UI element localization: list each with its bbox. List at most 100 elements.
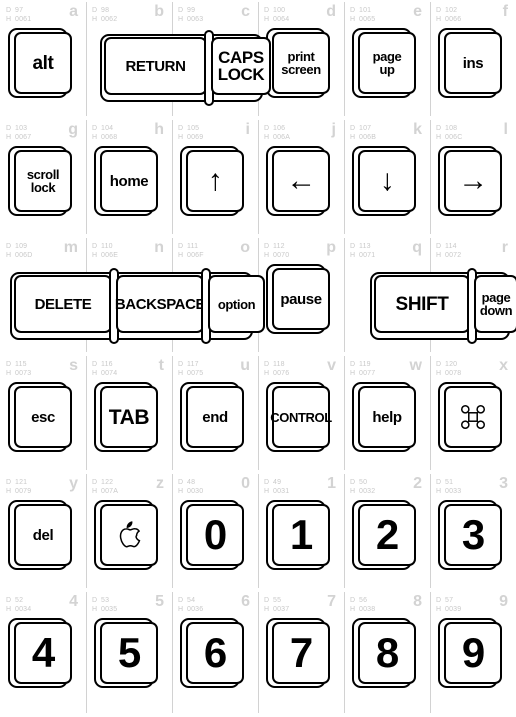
- key-shell: TAB: [94, 382, 158, 452]
- key-graphic-4: 4: [0, 612, 86, 708]
- char-codes: D 109 H 006D: [6, 242, 33, 260]
- key-label: help: [372, 408, 402, 426]
- dec-code-label: D 102: [436, 7, 458, 14]
- char-cell-115: D 115 H 0073 s esc: [0, 354, 86, 472]
- key-face: 4: [14, 622, 72, 684]
- source-character: v: [327, 357, 336, 374]
- dec-code-label: D 50: [350, 479, 368, 486]
- source-character: z: [156, 475, 164, 492]
- source-character: q: [412, 239, 422, 256]
- source-character: p: [326, 239, 336, 256]
- source-character: r: [501, 239, 508, 256]
- dec-code-label: D 107: [350, 125, 372, 132]
- char-cell-106: D 106 H 006A j ←: [258, 118, 344, 236]
- key-face: esc: [14, 386, 72, 448]
- hex-code-label: H 0071: [350, 252, 376, 259]
- source-character: t: [158, 357, 164, 374]
- key-graphic-page-up: page up: [344, 22, 430, 118]
- char-cell-51: D 51 H 0033 3 3: [430, 472, 516, 590]
- key-label: alt: [32, 52, 54, 74]
- key-shell: print screen: [266, 28, 330, 98]
- key-shell: 8: [352, 618, 416, 688]
- key-shell: [94, 500, 158, 570]
- key-face: ↓: [358, 150, 416, 212]
- key-face: 3: [444, 504, 502, 566]
- dec-code-label: D 101: [350, 7, 372, 14]
- key-face: ↑: [186, 150, 244, 212]
- key-shell: alt: [8, 28, 72, 98]
- key-label: ins: [462, 54, 484, 72]
- key-graphic-arrow-up: ↑: [172, 140, 258, 236]
- dec-code-label: D 48: [178, 479, 196, 486]
- key-graphic-print-screen: print screen: [258, 22, 344, 118]
- key-face: [444, 386, 502, 448]
- dec-code-label: D 54: [178, 597, 196, 604]
- source-character: u: [240, 357, 250, 374]
- hex-code-label: H 006D: [6, 252, 33, 259]
- source-character: k: [413, 121, 422, 138]
- char-cell-107: D 107 H 006B k ↓: [344, 118, 430, 236]
- key-graphic-arrow-left: ←: [258, 140, 344, 236]
- key-shell: esc: [8, 382, 72, 452]
- char-codes: D 111 H 006F: [178, 242, 204, 260]
- key-label: CONTROL: [270, 409, 332, 425]
- char-cell-98: D 98 H 0062 b: [86, 0, 172, 118]
- dec-code-label: D 117: [178, 361, 199, 368]
- source-character: 7: [327, 593, 336, 610]
- char-cell-114: D 114 H 0072 r: [430, 236, 516, 354]
- source-character: 0: [241, 475, 250, 492]
- key-shell: del: [8, 500, 72, 570]
- key-graphic-8: 8: [344, 612, 430, 708]
- char-cell-112: D 112 H 0070 p pause: [258, 236, 344, 354]
- hex-code-label: H 006F: [178, 252, 204, 259]
- char-cell-122: D 122 H 007A z: [86, 472, 172, 590]
- key-graphic-help: help: [344, 376, 430, 472]
- char-cell-120: D 120 H 0078 x: [430, 354, 516, 472]
- key-face: del: [14, 504, 72, 566]
- char-cell-100: D 100 H 0064 d print screen: [258, 0, 344, 118]
- source-character: y: [69, 475, 78, 492]
- char-cell-101: D 101 H 0065 e page up: [344, 0, 430, 118]
- key-shell: 2: [352, 500, 416, 570]
- key-face: print screen: [272, 32, 330, 94]
- char-cell-118: D 118 H 0076 v CONTROL: [258, 354, 344, 472]
- key-graphic-arrow-right: →: [430, 140, 516, 236]
- source-character: m: [63, 239, 78, 256]
- character-map-grid: D 97 H 0061 a alt D 98 H 0062 b D 99 H 0063 c D 100 H 0064 d…: [0, 0, 516, 717]
- char-codes: D 98 H 0062: [92, 6, 117, 24]
- key-face: 5: [100, 622, 158, 684]
- key-shell: end: [180, 382, 244, 452]
- key-shell: pause: [266, 264, 330, 334]
- key-graphic-0: 0: [172, 494, 258, 590]
- dec-code-label: D 105: [178, 125, 200, 132]
- key-face: end: [186, 386, 244, 448]
- char-cell-49: D 49 H 0031 1 1: [258, 472, 344, 590]
- dec-code-label: D 99: [178, 7, 196, 14]
- key-graphic-6: 6: [172, 612, 258, 708]
- dec-code-label: D 57: [436, 597, 454, 604]
- source-character: 6: [241, 593, 250, 610]
- key-shell: 0: [180, 500, 244, 570]
- key-label: 8: [375, 629, 399, 676]
- key-graphic-scroll-lock: scroll lock: [0, 140, 86, 236]
- dec-code-label: D 49: [264, 479, 282, 486]
- key-label: 9: [461, 629, 485, 676]
- char-cell-117: D 117 H 0075 u end: [172, 354, 258, 472]
- key-shell: →: [438, 146, 502, 216]
- source-character: 2: [413, 475, 422, 492]
- char-cell-110: D 110 H 006E n: [86, 236, 172, 354]
- char-codes: D 113 H 0071: [350, 242, 375, 260]
- key-face: home: [100, 150, 158, 212]
- key-shell: 9: [438, 618, 502, 688]
- key-shell: ↓: [352, 146, 416, 216]
- dec-code-label: D 98: [92, 7, 110, 14]
- source-character: f: [502, 3, 508, 20]
- key-shell: [438, 382, 502, 452]
- key-graphic-arrow-down: ↓: [344, 140, 430, 236]
- key-face: 1: [272, 504, 330, 566]
- source-character: d: [326, 3, 336, 20]
- key-face: 2: [358, 504, 416, 566]
- key-graphic-home: home: [86, 140, 172, 236]
- dec-code-label: D 113: [350, 243, 371, 250]
- char-codes: D 99 H 0063: [178, 6, 203, 24]
